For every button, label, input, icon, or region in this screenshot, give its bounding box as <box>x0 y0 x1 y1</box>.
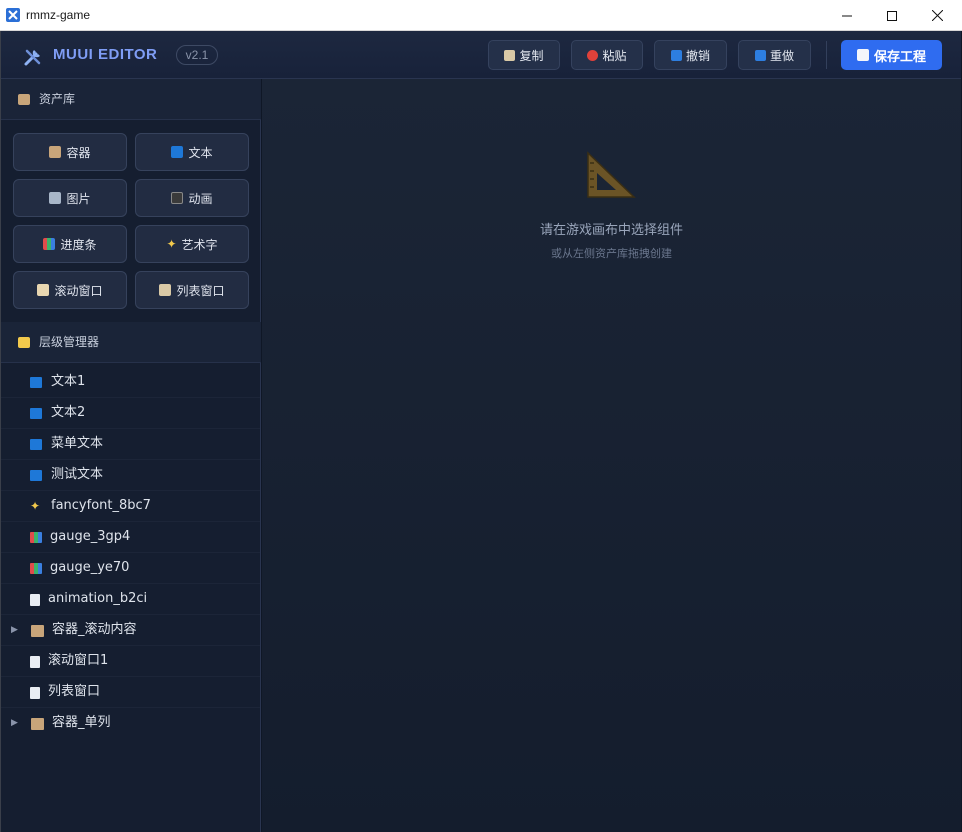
paste-button[interactable]: 粘贴 <box>571 40 643 70</box>
undo-button[interactable]: 撤销 <box>654 40 727 70</box>
box-icon <box>18 94 30 105</box>
list-icon <box>159 284 172 296</box>
scroll-icon <box>37 284 50 296</box>
tree-item[interactable]: gauge_ye70 <box>1 553 260 584</box>
pin-icon <box>587 49 599 61</box>
asset-image-button[interactable]: 图片 <box>13 179 127 217</box>
redo-icon <box>754 49 766 61</box>
folder-icon <box>18 337 30 348</box>
sparkle-icon: ✦ <box>30 499 41 513</box>
clipboard-icon <box>504 49 516 61</box>
bar-chart-icon <box>30 563 42 574</box>
asset-scroll-window-button[interactable]: 滚动窗口 <box>13 271 127 309</box>
expand-arrow-icon[interactable]: ▶ <box>11 708 18 738</box>
undo-icon <box>670 49 682 61</box>
text-icon <box>171 146 184 158</box>
triangle-ruler-icon <box>587 151 636 198</box>
asset-wordart-button[interactable]: ✦ 艺术字 <box>135 225 249 263</box>
tree-item[interactable]: 文本2 <box>1 398 260 429</box>
image-icon <box>49 192 62 204</box>
tree-item[interactable]: 测试文本 <box>1 460 260 491</box>
asset-library-title: 资产库 <box>39 92 76 106</box>
page-icon <box>30 656 40 668</box>
close-icon <box>931 10 943 21</box>
tree-item[interactable]: gauge_3gp4 <box>1 522 260 553</box>
asset-library-header: 资产库 <box>1 79 261 120</box>
editor-header: MUUI EDITOR v2.1 复制 粘贴 撤销 重做 保存工程 <box>1 31 961 79</box>
tree-item[interactable]: animation_b2ci <box>1 584 260 615</box>
empty-state-subtitle: 或从左侧资产库拖拽创建 <box>551 247 672 260</box>
box-icon <box>31 718 44 730</box>
empty-state-title: 请在游戏画布中选择组件 <box>539 223 683 238</box>
sparkle-icon: ✦ <box>166 237 177 251</box>
box-icon <box>31 625 44 637</box>
tree-item[interactable]: 文本1 <box>1 367 260 398</box>
page-icon <box>30 594 40 606</box>
tree-item[interactable]: 列表窗口 <box>1 677 260 708</box>
tree-item[interactable]: 菜单文本 <box>1 429 260 460</box>
tree-item[interactable]: 滚动窗口1 <box>1 646 260 677</box>
text-icon <box>30 408 42 419</box>
minimize-button[interactable] <box>824 0 870 31</box>
box-icon <box>49 146 62 158</box>
save-project-button[interactable]: 保存工程 <box>841 40 942 70</box>
copy-button[interactable]: 复制 <box>488 40 560 70</box>
tree-item[interactable]: ▶ 容器_单列 <box>1 708 260 739</box>
asset-container-button[interactable]: 容器 <box>13 133 127 171</box>
maximize-button[interactable] <box>869 0 915 31</box>
redo-button[interactable]: 重做 <box>738 40 811 70</box>
bar-chart-icon <box>30 532 42 543</box>
close-button[interactable] <box>914 0 960 31</box>
window-titlebar: rmmz-game <box>0 0 962 31</box>
maximize-icon <box>887 10 897 21</box>
app-icon <box>6 8 20 22</box>
asset-progress-button[interactable]: 进度条 <box>13 225 127 263</box>
text-icon <box>30 439 42 450</box>
sidebar: 资产库 容器 文本 图片 动画 进度条 ✦ 艺术字 滚动窗口 列表窗口 层级管理… <box>1 79 261 832</box>
hierarchy-header: 层级管理器 <box>1 322 261 363</box>
clapper-icon <box>171 192 184 204</box>
tree-item[interactable]: ▶ 容器_滚动内容 <box>1 615 260 646</box>
page-icon <box>30 687 40 699</box>
asset-list-window-button[interactable]: 列表窗口 <box>135 271 249 309</box>
asset-animation-button[interactable]: 动画 <box>135 179 249 217</box>
text-icon <box>30 377 42 388</box>
text-icon <box>30 470 42 481</box>
minimize-icon <box>842 15 852 16</box>
asset-text-button[interactable]: 文本 <box>135 133 249 171</box>
bar-chart-icon <box>43 238 56 250</box>
app-logo: MUUI EDITOR <box>53 46 158 63</box>
tools-icon <box>24 49 41 66</box>
tree-item[interactable]: ✦ fancyfont_8bc7 <box>1 491 260 522</box>
floppy-icon <box>856 49 869 61</box>
canvas-area[interactable]: 请在游戏画布中选择组件 或从左侧资产库拖拽创建 <box>262 79 961 832</box>
hierarchy-title: 层级管理器 <box>39 335 100 349</box>
window-title: rmmz-game <box>26 8 91 22</box>
version-badge: v2.1 <box>176 45 218 65</box>
expand-arrow-icon[interactable]: ▶ <box>11 615 18 645</box>
toolbar-divider <box>826 41 827 69</box>
